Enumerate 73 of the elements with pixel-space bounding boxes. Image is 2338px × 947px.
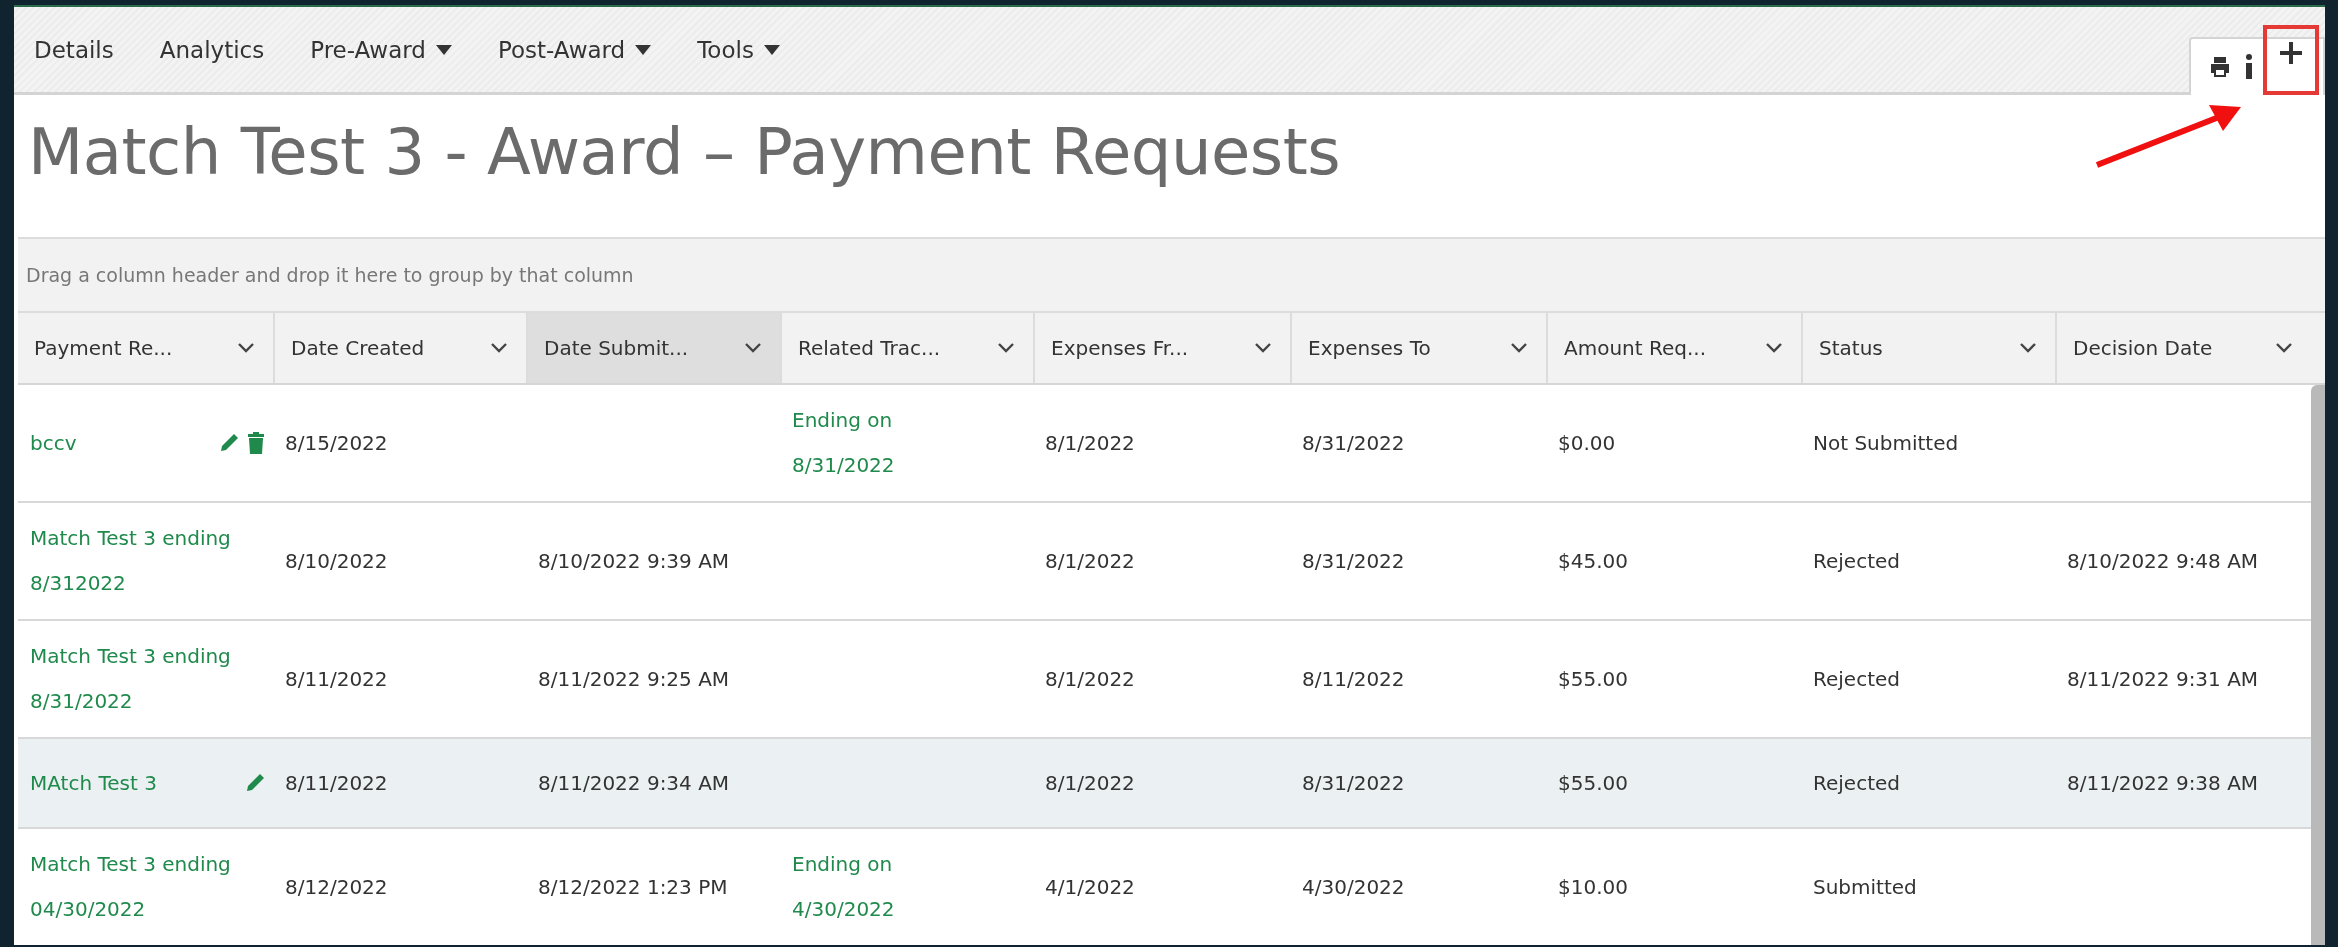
column-header[interactable]: Related Trac... xyxy=(780,313,1033,383)
table-cell-text: 8/15/2022 xyxy=(285,429,388,457)
table-cell-text: $0.00 xyxy=(1558,429,1616,457)
payment-request-link[interactable]: bccv xyxy=(30,420,77,466)
table-cell-text: 8/11/2022 9:38 AM xyxy=(2067,769,2259,797)
table-cell-text: 8/11/2022 xyxy=(285,769,388,797)
table-cell-text: 8/11/2022 xyxy=(1302,665,1405,693)
table-cell-text: Rejected xyxy=(1813,665,1900,693)
chevron-down-icon xyxy=(490,342,508,354)
column-header[interactable]: Expenses To xyxy=(1290,313,1546,383)
table-cell-text: 8/1/2022 xyxy=(1045,547,1135,575)
table-cell-text: Rejected xyxy=(1813,547,1900,575)
table-cell-text: 8/1/2022 xyxy=(1045,665,1135,693)
table-cell-text: 4/1/2022 xyxy=(1045,873,1135,901)
table-cell-text: 8/31/2022 xyxy=(1302,547,1405,575)
column-header[interactable]: Status xyxy=(1801,313,2055,383)
table-cell-text: 8/11/2022 9:31 AM xyxy=(2067,665,2259,693)
chevron-down-icon xyxy=(237,342,255,354)
table-cell-text: Submitted xyxy=(1813,873,1917,901)
payment-request-link[interactable]: Match Test 3 ending 04/30/2022 xyxy=(30,842,262,932)
nav-menu-item[interactable]: Post-Award xyxy=(497,36,652,63)
table-cell-text: 8/31/2022 xyxy=(1302,429,1405,457)
table-cell-text: 8/1/2022 xyxy=(1045,769,1135,797)
info-icon xyxy=(2245,54,2253,80)
nav-menu-item[interactable]: Analytics xyxy=(159,36,265,63)
table-cell-text: 4/30/2022 xyxy=(1302,873,1405,901)
table-cell-text: 8/12/2022 xyxy=(285,873,388,901)
caret-icon xyxy=(635,44,652,55)
related-tracking-link[interactable]: Ending on 4/30/2022 xyxy=(792,842,902,932)
column-header[interactable]: Payment Re... xyxy=(18,313,273,383)
payment-request-link[interactable]: MAtch Test 3 xyxy=(30,760,157,806)
column-header[interactable]: Date Submit... xyxy=(526,313,780,383)
add-button[interactable] xyxy=(2263,25,2319,95)
trash-icon[interactable] xyxy=(245,431,267,455)
column-header[interactable]: Decision Date xyxy=(2055,313,2311,383)
page-title: Match Test 3 - Award – Payment Requests xyxy=(28,114,1341,191)
group-by-bar: Drag a column header and drop it here to group by that column xyxy=(18,239,2325,313)
column-header[interactable]: Expenses Fr... xyxy=(1033,313,1290,383)
caret-icon xyxy=(763,44,780,55)
table-cell-text: $45.00 xyxy=(1558,547,1628,575)
table-cell-text: 8/11/2022 xyxy=(285,665,388,693)
table-cell-text: $55.00 xyxy=(1558,665,1628,693)
nav-menu-item[interactable]: Details xyxy=(34,36,114,63)
payment-request-link[interactable]: Match Test 3 ending 8/31/2022 xyxy=(30,634,262,724)
chevron-down-icon xyxy=(1254,342,1272,354)
table-cell-text: 8/1/2022 xyxy=(1045,429,1135,457)
plus-icon xyxy=(2280,42,2302,64)
table-row[interactable]: MAtch Test 3 8/11/2022 8/11/2022 9:34 AM 8/1/2022 8/31/2022 $55.00 Rejected 8/11/2022 9:38 AM xyxy=(18,739,2311,829)
chevron-down-icon xyxy=(2019,342,2037,354)
chevron-down-icon xyxy=(2275,342,2293,354)
table-cell-text: Rejected xyxy=(1813,769,1900,797)
table-cell-text: 8/31/2022 xyxy=(1302,769,1405,797)
chevron-down-icon xyxy=(1765,342,1783,354)
scrollbar[interactable] xyxy=(2311,385,2325,945)
table-cell-text: 8/10/2022 9:48 AM xyxy=(2067,547,2259,575)
table-cell-text: 8/12/2022 1:23 PM xyxy=(538,873,728,901)
chevron-down-icon xyxy=(997,342,1015,354)
related-tracking-link[interactable]: Ending on 8/31/2022 xyxy=(792,398,902,488)
chevron-down-icon xyxy=(744,342,762,354)
table-cell-text: 8/11/2022 9:34 AM xyxy=(538,769,730,797)
table-cell-text: 8/10/2022 9:39 AM xyxy=(538,547,730,575)
column-header[interactable]: Amount Req... xyxy=(1546,313,1801,383)
payment-request-link[interactable]: Match Test 3 ending 8/312022 xyxy=(30,516,262,606)
caret-icon xyxy=(435,44,452,55)
table-cell-text: $10.00 xyxy=(1558,873,1628,901)
chevron-down-icon xyxy=(1510,342,1528,354)
table-cell-text: $55.00 xyxy=(1558,769,1628,797)
nav-menu-item[interactable]: Tools xyxy=(697,36,780,63)
nav-menu-item[interactable]: Pre-Award xyxy=(310,36,452,63)
table-cell-text: 8/11/2022 9:25 AM xyxy=(538,665,730,693)
table-cell-text: 8/10/2022 xyxy=(285,547,388,575)
table-cell-text: Not Submitted xyxy=(1813,429,1959,457)
print-icon xyxy=(2209,55,2231,79)
